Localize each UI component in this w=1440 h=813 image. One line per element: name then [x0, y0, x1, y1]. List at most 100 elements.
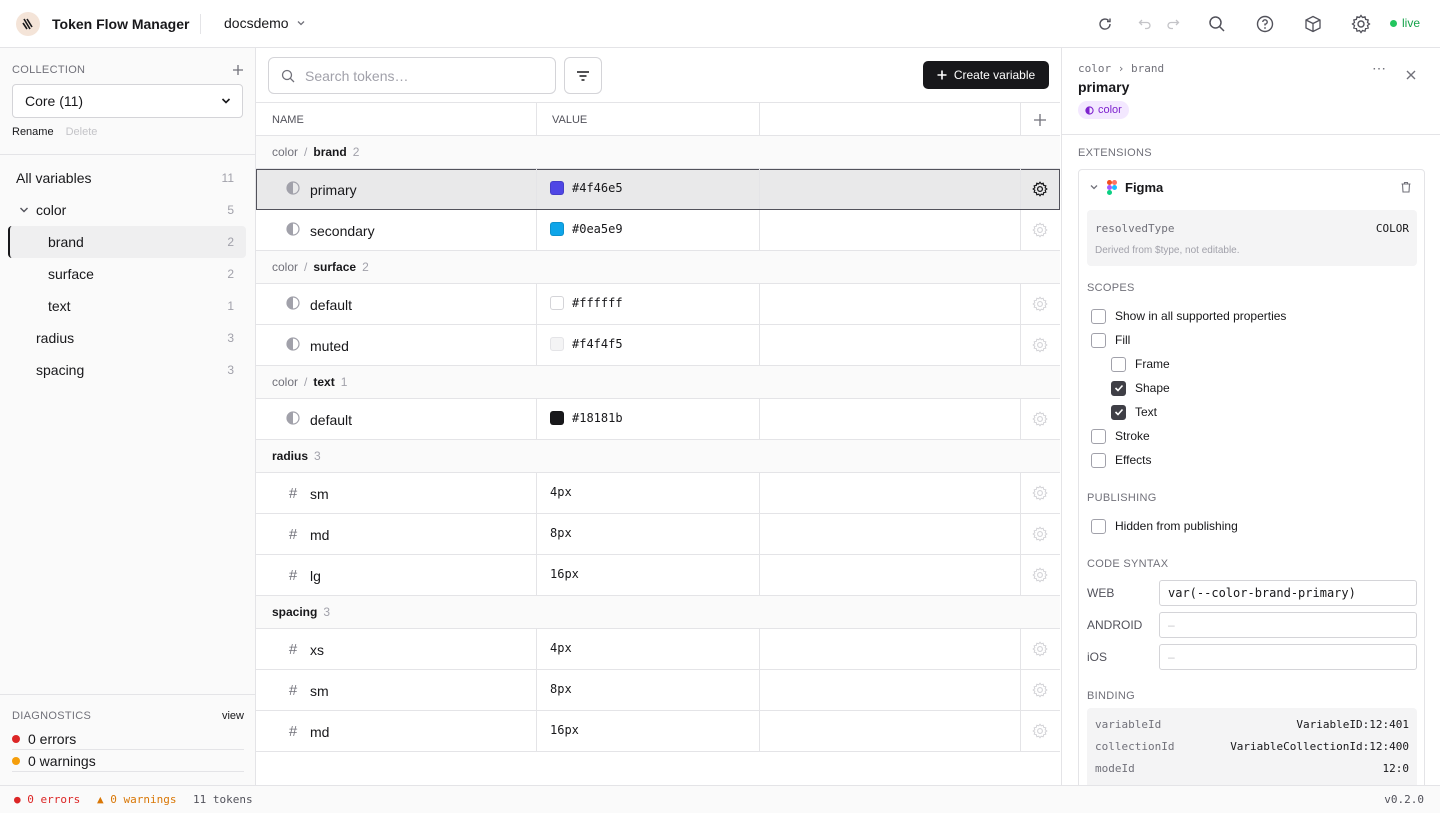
variable-value[interactable]: 4px	[550, 485, 572, 499]
rename-link[interactable]: Rename	[12, 126, 54, 138]
variable-value[interactable]: #ffffff	[572, 296, 623, 310]
project-switcher[interactable]: docsdemo	[224, 15, 307, 31]
checkbox-checked-icon[interactable]	[1111, 380, 1126, 396]
table-row-sm[interactable]: # sm 4px	[256, 473, 1060, 514]
row-settings-gear-icon[interactable]	[1030, 220, 1050, 240]
variable-value[interactable]: 8px	[550, 682, 572, 696]
refresh-icon[interactable]	[1095, 14, 1115, 34]
tree-item-radius[interactable]: radius 3	[8, 322, 246, 354]
color-swatch[interactable]	[550, 411, 564, 425]
row-settings-gear-icon[interactable]	[1030, 409, 1050, 429]
scope-checkbox-shape[interactable]: Shape	[1091, 376, 1286, 400]
breadcrumb-parent[interactable]: color	[1078, 62, 1111, 75]
tree-item-text[interactable]: text 1	[8, 290, 246, 322]
tree-item-all-variables[interactable]: All variables 11	[8, 162, 246, 194]
scope-checkbox-frame[interactable]: Frame	[1091, 352, 1286, 376]
more-options-icon[interactable]: ⋯	[1372, 60, 1386, 77]
redo-icon[interactable]	[1163, 14, 1183, 34]
variable-value[interactable]: #0ea5e9	[572, 222, 623, 236]
table-row-primary[interactable]: primary #4f46e5	[256, 169, 1060, 210]
checkbox-icon[interactable]	[1091, 452, 1106, 468]
help-icon[interactable]	[1255, 14, 1275, 34]
status-warnings[interactable]: ▲ 0 warnings	[97, 793, 176, 806]
color-swatch[interactable]	[550, 181, 564, 195]
filter-button[interactable]	[564, 57, 602, 94]
trash-icon[interactable]	[1400, 181, 1412, 193]
ios-syntax-input[interactable]: –	[1159, 644, 1417, 670]
variable-value[interactable]: #4f46e5	[572, 181, 623, 195]
table-row-md[interactable]: # md 8px	[256, 514, 1060, 555]
checkbox-icon[interactable]	[1091, 308, 1106, 324]
status-errors[interactable]: ● 0 errors	[14, 793, 80, 806]
add-collection-icon[interactable]	[232, 64, 244, 76]
row-settings-gear-icon[interactable]	[1030, 639, 1050, 659]
variable-value[interactable]: 4px	[550, 641, 572, 655]
table-row-default[interactable]: default #ffffff	[256, 284, 1060, 325]
color-swatch[interactable]	[550, 222, 564, 236]
row-settings-gear-icon[interactable]	[1030, 483, 1050, 503]
color-swatch[interactable]	[550, 296, 564, 310]
scope-checkbox-stroke[interactable]: Stroke	[1091, 424, 1286, 448]
table-row-default[interactable]: default #18181b	[256, 399, 1060, 440]
chevron-down-icon	[221, 98, 231, 104]
add-column-icon[interactable]	[1033, 113, 1047, 127]
checkbox-icon[interactable]	[1111, 356, 1126, 372]
tree-item-color[interactable]: color 5	[8, 194, 246, 226]
variable-value[interactable]: #18181b	[572, 411, 623, 425]
search-box[interactable]	[268, 57, 556, 94]
breadcrumb-child[interactable]: brand	[1131, 62, 1164, 75]
tree-item-brand[interactable]: brand 2	[8, 226, 246, 258]
number-type-icon: #	[288, 682, 298, 699]
row-settings-gear-icon[interactable]	[1030, 335, 1050, 355]
undo-icon[interactable]	[1135, 14, 1155, 34]
row-settings-gear-icon[interactable]	[1030, 524, 1050, 544]
resolved-type-note: Derived from $type, not editable.	[1095, 245, 1240, 256]
scope-checkbox-text[interactable]: Text	[1091, 400, 1286, 424]
create-variable-button[interactable]: Create variable	[923, 61, 1049, 89]
variable-value[interactable]: #f4f4f5	[572, 337, 623, 351]
diagnostics-view-link[interactable]: view	[222, 710, 244, 722]
chevron-down-icon[interactable]	[18, 204, 30, 216]
row-settings-gear-icon[interactable]	[1030, 565, 1050, 585]
search-input[interactable]	[305, 67, 535, 84]
web-syntax-input[interactable]: var(--color-brand-primary)	[1159, 580, 1417, 606]
checkbox-icon[interactable]	[1091, 518, 1106, 534]
search-icon[interactable]	[1207, 14, 1227, 34]
package-icon[interactable]	[1303, 14, 1323, 34]
scope-checkbox-all[interactable]: Show in all supported properties	[1091, 304, 1286, 328]
panel-title: primary	[1078, 79, 1130, 95]
tree-item-surface[interactable]: surface 2	[8, 258, 246, 290]
row-settings-gear-icon[interactable]	[1030, 294, 1050, 314]
checkbox-checked-icon[interactable]	[1111, 404, 1126, 420]
table-row-muted[interactable]: muted #f4f4f5	[256, 325, 1060, 366]
column-divider	[759, 670, 760, 710]
scope-checkbox-effects[interactable]: Effects	[1091, 448, 1286, 472]
tree-item-label: surface	[48, 266, 94, 282]
variable-value[interactable]: 16px	[550, 567, 579, 581]
scope-checkbox-fill[interactable]: Fill	[1091, 328, 1286, 352]
row-settings-gear-icon[interactable]	[1030, 680, 1050, 700]
android-syntax-input[interactable]: –	[1159, 612, 1417, 638]
checkbox-icon[interactable]	[1091, 428, 1106, 444]
checkbox-icon[interactable]	[1091, 332, 1106, 348]
table-row-lg[interactable]: # lg 16px	[256, 555, 1060, 596]
table-row-md[interactable]: # md 16px	[256, 711, 1060, 752]
live-dot-icon	[1390, 19, 1397, 27]
collection-select[interactable]: Core (11)	[12, 84, 243, 118]
table-row-secondary[interactable]: secondary #0ea5e9	[256, 210, 1060, 251]
row-settings-gear-icon[interactable]	[1030, 179, 1050, 199]
delete-link[interactable]: Delete	[66, 126, 98, 138]
chevron-down-icon[interactable]	[1089, 182, 1099, 192]
tree-item-label: color	[36, 202, 67, 218]
table-row-sm[interactable]: # sm 8px	[256, 670, 1060, 711]
hidden-from-publishing-checkbox[interactable]: Hidden from publishing	[1091, 514, 1238, 538]
color-swatch[interactable]	[550, 337, 564, 351]
variable-value[interactable]: 8px	[550, 526, 572, 540]
variable-value[interactable]: 16px	[550, 723, 579, 737]
close-icon[interactable]	[1406, 70, 1416, 80]
table-row-xs[interactable]: # xs 4px	[256, 629, 1060, 670]
extension-header[interactable]: Figma	[1079, 170, 1424, 204]
settings-gear-icon[interactable]	[1351, 14, 1371, 34]
tree-item-spacing[interactable]: spacing 3	[8, 354, 246, 386]
row-settings-gear-icon[interactable]	[1030, 721, 1050, 741]
